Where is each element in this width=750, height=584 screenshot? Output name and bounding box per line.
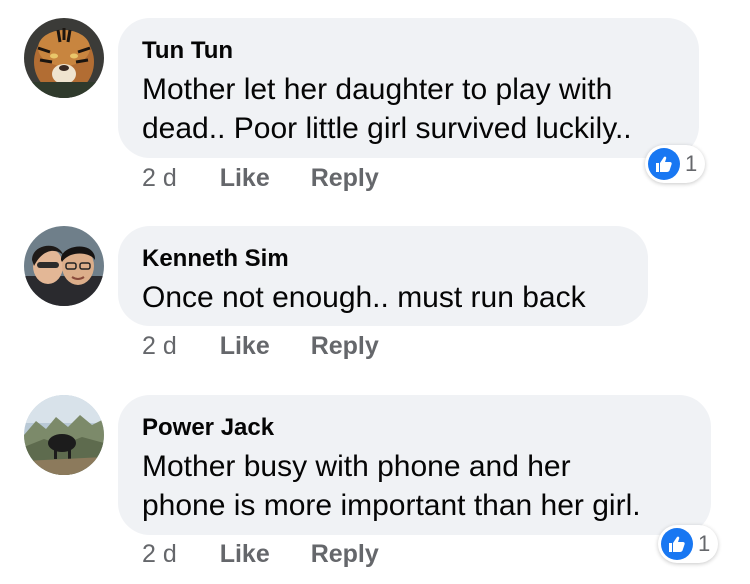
like-button[interactable]: Like — [220, 163, 270, 193]
comment-actions: 2 d Like Reply — [142, 539, 379, 569]
avatar[interactable] — [24, 395, 104, 475]
comment-text: Mother let her daughter to play with dea… — [142, 70, 675, 148]
comment-author[interactable]: Tun Tun — [142, 36, 675, 66]
tiger-avatar-icon — [24, 18, 104, 98]
landscape-avatar-icon — [24, 395, 104, 475]
reaction-badge[interactable]: 1 — [658, 525, 719, 563]
thumbs-up-icon — [648, 148, 680, 180]
reaction-count: 1 — [698, 531, 711, 556]
comment-text-line: Mother let her daughter to play with — [142, 73, 613, 106]
comment-actions: 2 d Like Reply — [142, 163, 379, 193]
reaction-badge[interactable]: 1 — [645, 145, 706, 183]
thumbs-up-icon — [661, 528, 693, 560]
comment-text-line: dead.. Poor little girl survived luckily… — [142, 112, 632, 145]
comment-text: Once not enough.. must run back — [142, 278, 624, 317]
comment-bubble: Kenneth Sim Once not enough.. must run b… — [118, 226, 648, 326]
comment-text: Mother busy with phone and her phone is … — [142, 447, 687, 525]
comment-timestamp[interactable]: 2 d — [142, 539, 177, 569]
like-button[interactable]: Like — [220, 331, 270, 361]
couple-avatar-icon — [24, 226, 104, 306]
comment-author[interactable]: Kenneth Sim — [142, 244, 624, 274]
reply-button[interactable]: Reply — [311, 163, 379, 193]
avatar[interactable] — [24, 18, 104, 98]
comment-text-line: Once not enough.. must run back — [142, 281, 586, 314]
like-button[interactable]: Like — [220, 539, 270, 569]
comment-timestamp[interactable]: 2 d — [142, 163, 177, 193]
reaction-count: 1 — [685, 151, 698, 176]
comment-bubble: Power Jack Mother busy with phone and he… — [118, 395, 711, 535]
comment-timestamp[interactable]: 2 d — [142, 331, 177, 361]
reply-button[interactable]: Reply — [311, 539, 379, 569]
comment-text-line: Mother busy with phone and her — [142, 450, 571, 483]
comment-bubble: Tun Tun Mother let her daughter to play … — [118, 18, 699, 158]
reply-button[interactable]: Reply — [311, 331, 379, 361]
comment-actions: 2 d Like Reply — [142, 331, 379, 361]
avatar[interactable] — [24, 226, 104, 306]
comment-text-line: phone is more important than her girl. — [142, 489, 641, 522]
comment-author[interactable]: Power Jack — [142, 413, 687, 443]
